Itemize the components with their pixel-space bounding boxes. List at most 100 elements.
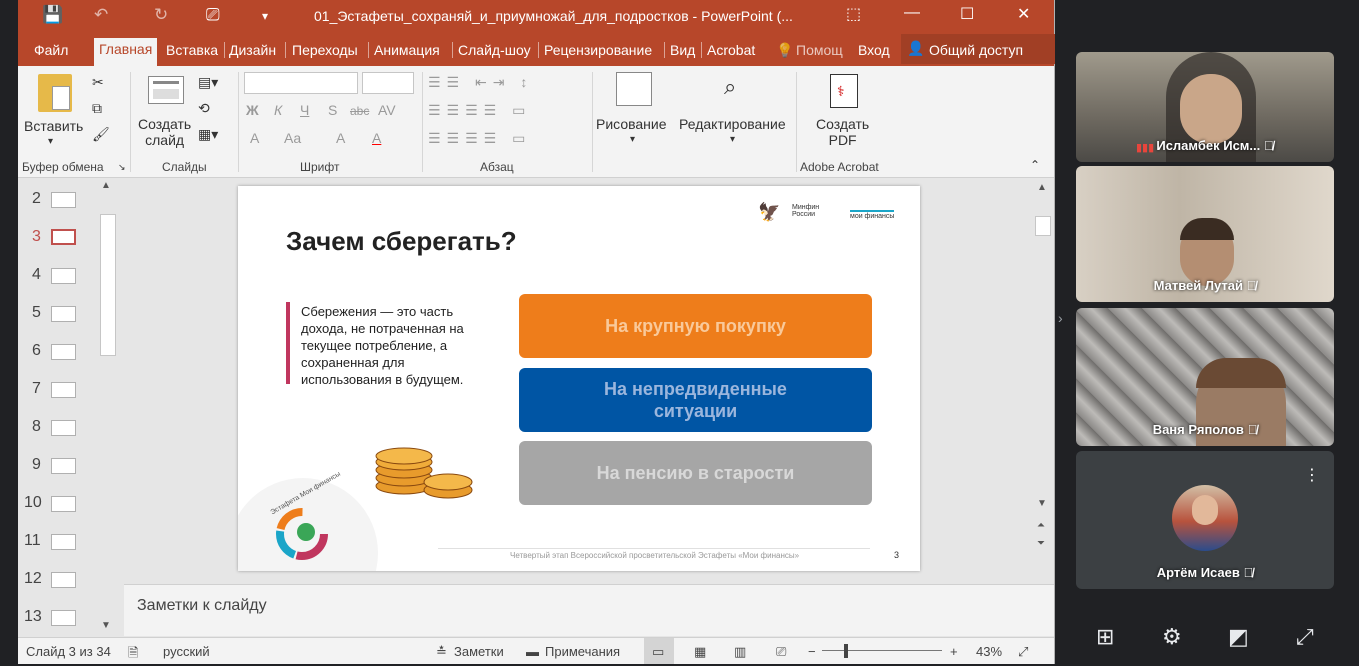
notes-toggle-icon[interactable]: ≛ xyxy=(436,644,447,660)
next-slide-icon[interactable]: ⏷ xyxy=(1037,538,1045,549)
tab-transitions[interactable]: Переходы xyxy=(292,42,358,58)
slide-thumbnail[interactable] xyxy=(51,572,76,588)
zoom-slider-thumb[interactable] xyxy=(844,644,848,658)
participant-tile[interactable]: Ваня Ряполов 🎙̸ xyxy=(1076,308,1334,446)
editing-button[interactable]: Редактирование xyxy=(679,116,786,132)
section-icon[interactable]: ▦▾ xyxy=(198,126,218,143)
fullscreen-icon[interactable]: ⤢ xyxy=(1296,624,1314,650)
char-spacing-icon[interactable]: AV xyxy=(378,102,396,118)
notes-pane[interactable]: Заметки к слайду xyxy=(124,584,1054,636)
reading-view-icon[interactable]: ▥ xyxy=(734,644,746,660)
highlight-icon[interactable]: A xyxy=(336,130,345,146)
settings-icon[interactable]: ⚙ xyxy=(1162,624,1182,650)
slide-thumbnail[interactable] xyxy=(51,344,76,360)
cut-icon[interactable]: ✂ xyxy=(92,74,104,91)
change-case-icon[interactable]: Aa xyxy=(284,130,301,146)
redo-icon[interactable]: ↻ xyxy=(154,5,168,25)
search-icon[interactable]: ⌕ xyxy=(724,74,736,100)
fit-to-window-icon[interactable]: ⤢ xyxy=(1018,644,1028,660)
pip-icon[interactable]: ◩ xyxy=(1228,624,1249,650)
slide-thumbnail-selected[interactable] xyxy=(51,229,76,245)
tab-insert[interactable]: Вставка xyxy=(166,42,218,58)
tab-design[interactable]: Дизайн xyxy=(229,42,276,58)
new-slide-icon[interactable] xyxy=(148,76,184,104)
tab-slideshow[interactable]: Слайд-шоу xyxy=(458,42,531,58)
reset-icon[interactable]: ⟲ xyxy=(198,100,210,117)
justify-icon[interactable]: ☰☰☰☰ ▭ xyxy=(428,130,531,147)
participant-tile[interactable]: ▮▮▮ Исламбек Исм... 🎙̸ xyxy=(1076,52,1334,162)
collapse-panel-icon[interactable]: › xyxy=(1058,310,1063,326)
signin-link[interactable]: Вход xyxy=(858,42,890,58)
language-indicator[interactable]: русский xyxy=(163,644,210,659)
bullets-icon[interactable]: ☰☰ ⇤⇥ ↕ xyxy=(428,74,533,91)
copy-icon[interactable]: ⧉ xyxy=(92,100,102,117)
slide-thumbnail[interactable] xyxy=(51,534,76,550)
pdf-icon[interactable]: ⚕ xyxy=(830,74,858,108)
slide-thumbnail[interactable] xyxy=(51,458,76,474)
zoom-slider-track[interactable] xyxy=(822,650,942,651)
zoom-in-icon[interactable]: + xyxy=(950,644,958,659)
paste-dropdown-icon[interactable]: ▾ xyxy=(48,136,53,147)
bold-icon[interactable]: Ж xyxy=(246,102,259,118)
slide-sorter-icon[interactable]: ▦ xyxy=(694,644,706,660)
clipboard-launcher-icon[interactable]: ↘ xyxy=(118,162,126,173)
tab-home[interactable]: Главная xyxy=(94,38,158,67)
clear-format-icon[interactable]: A xyxy=(250,130,259,146)
new-slide-button[interactable]: Создать слайд xyxy=(138,116,191,148)
create-pdf-button[interactable]: Создать PDF xyxy=(816,116,869,148)
slide-thumbnail[interactable] xyxy=(51,382,76,398)
more-options-icon[interactable]: ⋮ xyxy=(1304,465,1320,485)
previous-slide-icon[interactable]: ⏶ xyxy=(1037,520,1045,531)
tab-view[interactable]: Вид xyxy=(670,42,695,58)
slide-thumbnail[interactable] xyxy=(51,496,76,512)
font-size-input[interactable] xyxy=(362,72,414,94)
underline-icon[interactable]: Ч xyxy=(300,102,309,118)
shapes-icon[interactable] xyxy=(616,72,652,106)
strikethrough-icon[interactable]: abc xyxy=(350,104,369,118)
minimize-button[interactable]: — xyxy=(904,4,920,22)
slide-scroll-thumb[interactable] xyxy=(1035,216,1051,236)
option-pension[interactable]: На пенсию в старости xyxy=(519,441,872,505)
grid-icon[interactable]: ⊞ xyxy=(1096,624,1114,650)
paste-button[interactable]: Вставить xyxy=(24,118,83,134)
close-button[interactable]: ✕ xyxy=(1017,4,1030,24)
tab-animations[interactable]: Анимация xyxy=(374,42,440,58)
shadow-icon[interactable]: S xyxy=(328,102,337,118)
notes-placeholder[interactable]: Заметки к слайду xyxy=(137,597,267,615)
participant-tile[interactable]: ⋮ Артём Исаев 🎙̸ xyxy=(1076,451,1334,589)
slideshow-start-icon[interactable]: ⎚ xyxy=(206,5,220,25)
slide-scrollbar[interactable]: ▲ ▼ ⏶ ⏷ xyxy=(1033,178,1053,584)
spellcheck-icon[interactable]: 🗎 xyxy=(128,644,138,666)
slide-thumbnail[interactable] xyxy=(51,306,76,322)
collapse-ribbon-icon[interactable]: ⌃ xyxy=(1030,158,1040,172)
option-emergency[interactable]: На непредвиденные ситуации xyxy=(519,368,872,432)
font-name-input[interactable] xyxy=(244,72,358,94)
tell-me-input[interactable]: Помощ xyxy=(796,42,843,58)
paste-icon[interactable] xyxy=(38,74,72,112)
comments-icon[interactable]: ▬ xyxy=(526,644,539,659)
save-icon[interactable]: 💾 xyxy=(42,5,63,25)
notes-toggle[interactable]: Заметки xyxy=(454,644,504,659)
participant-tile[interactable]: Матвей Лутай 🎙̸ xyxy=(1076,166,1334,302)
slide-thumbnail[interactable] xyxy=(51,192,76,208)
zoom-percent[interactable]: 43% xyxy=(976,644,1002,659)
tab-review[interactable]: Рецензирование xyxy=(544,42,659,58)
font-color-icon[interactable]: A xyxy=(372,130,381,146)
format-painter-icon[interactable]: 🖌 xyxy=(92,126,110,143)
share-button[interactable]: 👤 Общий доступ xyxy=(901,34,1055,64)
tab-file[interactable]: Файл xyxy=(34,42,68,58)
italic-icon[interactable]: К xyxy=(274,102,282,118)
layout-icon[interactable]: ▤▾ xyxy=(198,74,218,91)
slide-thumbnail[interactable] xyxy=(51,420,76,436)
slide-thumbnail[interactable] xyxy=(51,610,76,626)
option-large-purchase[interactable]: На крупную покупку xyxy=(519,294,872,358)
ribbon-display-options-icon[interactable]: ⬚ xyxy=(846,4,861,24)
maximize-button[interactable]: ☐ xyxy=(960,4,974,24)
zoom-out-icon[interactable]: − xyxy=(808,644,816,659)
align-icon[interactable]: ☰☰☰☰ ▭ xyxy=(428,102,531,119)
tab-acrobat[interactable]: Acrobat xyxy=(707,42,755,58)
thumbnails-scrollbar[interactable]: ▲ ▼ xyxy=(98,178,118,636)
drawing-button[interactable]: Рисование xyxy=(596,116,667,132)
customize-toolbar-icon[interactable]: ▾ xyxy=(262,9,268,23)
thumbnails-scroll-thumb[interactable] xyxy=(100,214,116,356)
